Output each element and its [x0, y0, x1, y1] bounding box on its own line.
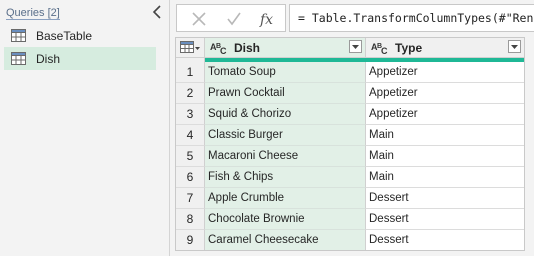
cell-dish[interactable]: Tomato Soup [205, 62, 366, 83]
row-number[interactable]: 4 [176, 125, 205, 146]
abc-text-type-icon[interactable]: A B C [210, 40, 230, 56]
row-number[interactable]: 8 [176, 209, 205, 230]
table-icon [11, 29, 26, 42]
table-menu-button[interactable] [176, 38, 205, 57]
column-header-dish[interactable]: A B C Dish [205, 38, 366, 57]
svg-text:C: C [381, 46, 388, 56]
formula-bar: fx = Table.TransformColumnTypes(#"Rename… [171, 0, 534, 36]
cell-dish[interactable]: Caramel Cheesecake [205, 230, 366, 250]
table-row[interactable]: 1 Tomato Soup Appetizer [176, 62, 524, 83]
table-icon [11, 52, 26, 65]
query-item-basetable[interactable]: BaseTable [4, 24, 156, 47]
chevron-down-icon [511, 45, 518, 49]
table-row[interactable]: 4 Classic Burger Main [176, 125, 524, 146]
cell-dish[interactable]: Apple Crumble [205, 188, 366, 209]
column-header-type[interactable]: A B C Type [366, 38, 524, 57]
query-label: BaseTable [36, 28, 93, 43]
insert-function-fx-icon[interactable]: fx [259, 10, 277, 28]
cell-dish[interactable]: Fish & Chips [205, 167, 366, 188]
grid-header: A B C Dish A B C Type [176, 38, 524, 58]
table-row[interactable]: 3 Squid & Chorizo Appetizer [176, 104, 524, 125]
formula-input[interactable]: = Table.TransformColumnTypes(#"Renamed C… [289, 4, 534, 32]
chevron-down-icon [352, 45, 359, 49]
row-number[interactable]: 5 [176, 146, 205, 167]
data-grid: A B C Dish A B C Type 1 Tomato Soup Appe… [175, 37, 525, 251]
svg-text:fx: fx [259, 12, 273, 28]
cell-type[interactable]: Appetizer [366, 104, 524, 125]
row-number[interactable]: 7 [176, 188, 205, 209]
column-filter-dropdown[interactable] [508, 40, 521, 53]
query-item-dish[interactable]: Dish [4, 47, 156, 70]
cell-dish[interactable]: Macaroni Cheese [205, 146, 366, 167]
queries-pane: Queries [2] BaseTable Dish [0, 0, 170, 256]
table-row[interactable]: 7 Apple Crumble Dessert [176, 188, 524, 209]
cell-type[interactable]: Appetizer [366, 62, 524, 83]
row-number[interactable]: 6 [176, 167, 205, 188]
cell-type[interactable]: Main [366, 167, 524, 188]
table-row[interactable]: 5 Macaroni Cheese Main [176, 146, 524, 167]
cell-type[interactable]: Appetizer [366, 83, 524, 104]
table-row[interactable]: 6 Fish & Chips Main [176, 167, 524, 188]
cancel-x-icon[interactable] [190, 10, 208, 28]
svg-text:C: C [220, 46, 227, 56]
cell-type[interactable]: Dessert [366, 209, 524, 230]
row-number[interactable]: 9 [176, 230, 205, 250]
column-label: Dish [234, 40, 261, 55]
abc-text-type-icon[interactable]: A B C [371, 40, 391, 56]
cell-type[interactable]: Dessert [366, 188, 524, 209]
row-number[interactable]: 3 [176, 104, 205, 125]
formula-buttons: fx [176, 4, 286, 32]
row-number[interactable]: 1 [176, 62, 205, 83]
query-label: Dish [36, 51, 61, 66]
cell-type[interactable]: Dessert [366, 230, 524, 250]
cell-dish[interactable]: Classic Burger [205, 125, 366, 146]
table-menu-icon [180, 41, 200, 53]
column-label: Type [395, 40, 423, 55]
cell-dish[interactable]: Squid & Chorizo [205, 104, 366, 125]
column-filter-dropdown[interactable] [349, 40, 362, 53]
row-number[interactable]: 2 [176, 83, 205, 104]
cell-type[interactable]: Main [366, 146, 524, 167]
table-row[interactable]: 8 Chocolate Brownie Dessert [176, 209, 524, 230]
collapse-pane-chevron-icon[interactable] [150, 4, 164, 20]
grid-rows: 1 Tomato Soup Appetizer 2 Prawn Cocktail… [176, 62, 524, 250]
cell-dish[interactable]: Chocolate Brownie [205, 209, 366, 230]
confirm-check-icon[interactable] [225, 10, 243, 28]
cell-dish[interactable]: Prawn Cocktail [205, 83, 366, 104]
table-row[interactable]: 9 Caramel Cheesecake Dessert [176, 230, 524, 250]
queries-header: Queries [2] [6, 7, 60, 20]
cell-type[interactable]: Main [366, 125, 524, 146]
table-row[interactable]: 2 Prawn Cocktail Appetizer [176, 83, 524, 104]
